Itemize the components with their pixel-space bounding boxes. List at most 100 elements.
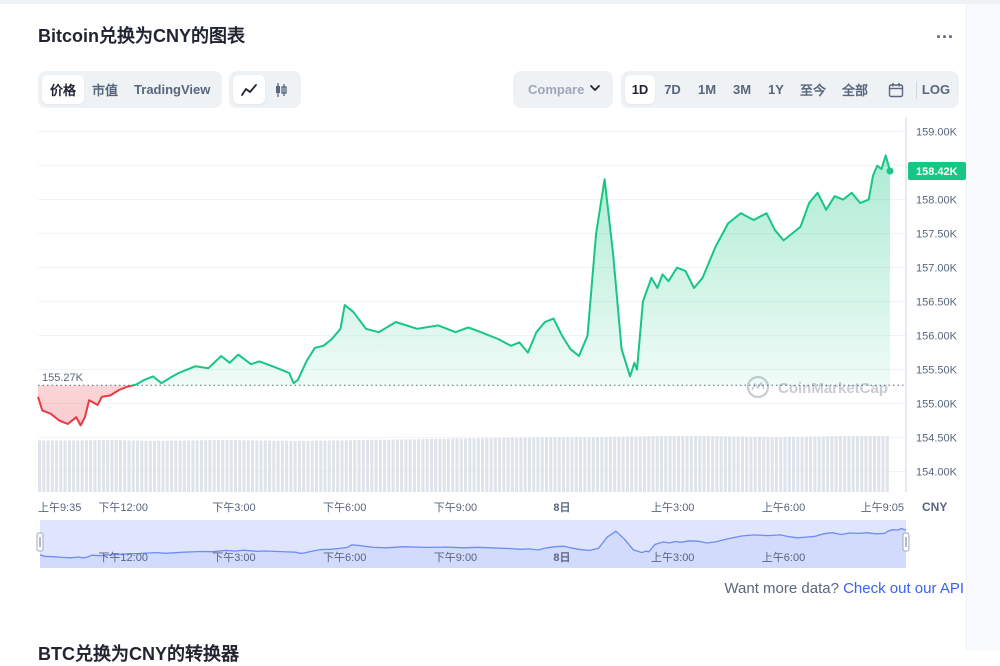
volume-bar	[689, 436, 693, 492]
range-7d[interactable]: 7D	[655, 75, 690, 104]
range-log[interactable]: LOG	[917, 75, 955, 104]
volume-bar	[617, 436, 621, 492]
range-3m[interactable]: 3M	[724, 75, 760, 104]
volume-bar	[749, 436, 753, 492]
volume-bar	[655, 436, 659, 492]
calendar-button[interactable]	[876, 75, 916, 104]
volume-bar	[191, 440, 195, 492]
volume-bar	[148, 441, 152, 492]
navigator-tick-label: 上午6:00	[762, 551, 805, 564]
volume-bar	[302, 440, 306, 492]
range-1y[interactable]: 1Y	[760, 75, 792, 104]
volume-bar	[762, 436, 766, 492]
volume-bar	[685, 436, 689, 492]
volume-bar	[523, 437, 527, 492]
volume-bar	[400, 439, 404, 492]
candlestick-button[interactable]	[265, 75, 297, 104]
volume-bar	[417, 439, 421, 492]
range-ytd[interactable]: 至今	[792, 75, 834, 104]
volume-bar	[93, 440, 97, 492]
more-options-icon[interactable]: ...	[936, 22, 954, 43]
volume-bar	[677, 436, 681, 492]
volume-bar	[208, 440, 212, 492]
volume-bar	[476, 438, 480, 492]
volume-bar	[421, 439, 425, 492]
volume-bar	[481, 438, 485, 492]
volume-bar	[336, 440, 340, 492]
volume-bar	[625, 436, 629, 492]
volume-bar	[834, 436, 838, 492]
y-tick-label: 157.50K	[916, 229, 958, 241]
volume-bar	[792, 436, 796, 492]
tab-market-cap[interactable]: 市值	[84, 75, 126, 104]
volume-bar	[216, 440, 220, 492]
volume-bar	[387, 439, 391, 492]
volume-bar	[395, 439, 399, 492]
volume-bar	[59, 440, 63, 492]
tab-price[interactable]: 价格	[42, 75, 85, 104]
y-tick-label: 154.50K	[916, 433, 958, 445]
range-tabs: 1D 7D 1M 3M 1Y 至今 全部 LOG	[621, 71, 959, 108]
volume-bar	[67, 440, 71, 492]
volume-bar	[378, 439, 382, 492]
volume-bar	[813, 436, 817, 492]
compare-dropdown[interactable]: Compare	[513, 71, 613, 108]
volume-bar	[766, 436, 770, 492]
volume-bar	[642, 436, 646, 492]
volume-bar	[804, 436, 808, 492]
y-tick-label: 155.50K	[916, 365, 958, 377]
x-tick-label: 下午12:00	[98, 501, 148, 514]
volume-bar	[165, 440, 169, 492]
volume-bar	[459, 438, 463, 492]
chevron-down-icon	[590, 85, 600, 91]
currency-label: CNY	[922, 500, 947, 514]
volume-bar	[429, 439, 433, 492]
range-1d[interactable]: 1D	[625, 75, 655, 104]
tab-tradingview[interactable]: TradingView	[126, 75, 218, 104]
volume-bar	[783, 436, 787, 492]
volume-bar	[268, 440, 272, 492]
volume-bar	[498, 437, 502, 492]
y-axis: 159.00K158.50K158.00K157.50K157.00K156.5…	[905, 118, 966, 492]
volume-bar	[826, 436, 830, 492]
line-chart-button[interactable]	[233, 75, 265, 104]
volume-bar	[553, 437, 557, 492]
range-navigator[interactable]: 下午12:00 下午3:00 下午6:00 下午9:00 8日 上午3:00 上午6:00	[36, 520, 910, 568]
volume-bar	[464, 438, 468, 492]
volume-bar	[668, 436, 672, 492]
volume-bar	[706, 436, 710, 492]
navigator-tick-label: 上午3:00	[651, 551, 694, 564]
calendar-icon	[888, 82, 904, 97]
volume-bar	[314, 440, 318, 492]
volume-bar	[366, 439, 370, 492]
volume-bar	[502, 437, 506, 492]
volume-bar	[84, 440, 88, 492]
volume-bar	[195, 440, 199, 492]
volume-bar	[515, 437, 519, 492]
volume-bar	[753, 436, 757, 492]
range-all[interactable]: 全部	[834, 75, 876, 104]
volume-bar	[451, 438, 455, 492]
navigator-right-handle[interactable]	[902, 532, 910, 552]
x-tick-label: 上午9:35	[38, 501, 81, 514]
y-tick-label: 159.00K	[916, 127, 958, 139]
volume-bar	[157, 440, 161, 492]
volume-bar	[204, 440, 208, 492]
range-1m[interactable]: 1M	[690, 75, 724, 104]
volume-bar	[736, 436, 740, 492]
volume-bar	[647, 436, 651, 492]
volume-bar	[630, 436, 634, 492]
navigator-left-handle[interactable]	[36, 532, 44, 552]
volume-bar	[131, 440, 135, 492]
volume-bar	[370, 439, 374, 492]
volume-bar	[540, 437, 544, 492]
api-link[interactable]: Check out our API	[843, 580, 964, 597]
volume-bar	[310, 440, 314, 492]
volume-bar	[340, 440, 344, 492]
volume-bar	[127, 440, 131, 492]
volume-bar	[779, 437, 783, 492]
price-chart[interactable]: CoinMarketCap 155.27K 159.00K158.50K158.…	[0, 118, 966, 578]
volume-bar	[327, 440, 331, 492]
volume-bar	[757, 436, 761, 492]
volume-bar	[532, 437, 536, 492]
